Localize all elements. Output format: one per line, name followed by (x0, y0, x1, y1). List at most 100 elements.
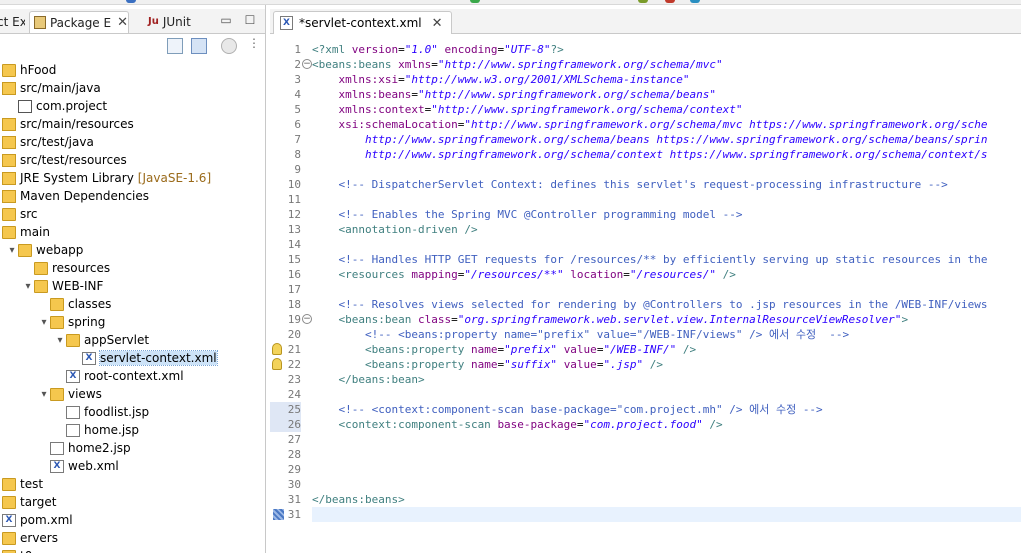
expand-arrow-icon[interactable]: ▾ (22, 281, 34, 292)
tree-item[interactable]: src (0, 205, 38, 223)
code-token: = (398, 43, 405, 56)
line-number: 2 (294, 58, 301, 71)
line-number: 1 (294, 43, 301, 56)
tree-item[interactable]: ervers (0, 529, 58, 547)
filters-icon[interactable] (221, 38, 237, 54)
tree-item[interactable]: ▾ spring (38, 313, 105, 331)
tree-item-label: test (20, 477, 44, 491)
maximize-button[interactable]: ☐ (242, 12, 258, 28)
tree-item[interactable]: home.jsp (54, 421, 139, 439)
toolbar-button-icon[interactable] (638, 0, 648, 3)
tab-package-explorer[interactable]: Package E ✕ (29, 11, 129, 33)
toolbar-button-icon[interactable] (665, 0, 675, 3)
code-token: /> (716, 268, 736, 281)
close-icon[interactable]: ✕ (117, 15, 128, 30)
expand-arrow-icon[interactable]: ▾ (6, 245, 18, 256)
editor-area: X *servlet-context.xml ✕ 1 2 3 4 5 6 7 8 9 10 11 12… (270, 5, 1021, 553)
tree-item[interactable]: com.project (6, 97, 107, 115)
code-token: xmlns:context (338, 103, 425, 116)
collapse-all-icon[interactable] (167, 38, 183, 54)
folder-icon (2, 549, 16, 553)
tree-item-label: root-context.xml (84, 369, 184, 383)
project-icon (2, 63, 16, 77)
run-icon[interactable] (470, 0, 480, 3)
tree-item[interactable]: src/main/resources (0, 115, 134, 133)
line-number: 27 (287, 433, 301, 446)
xml-file-icon: X (66, 369, 80, 383)
code-token: /> (702, 418, 723, 431)
code-token: <!-- DispatcherServlet Context: defines … (312, 178, 948, 191)
tree-item-label: foodlist.jsp (84, 405, 150, 419)
tree-item[interactable]: classes (38, 295, 111, 313)
code-token: "http://www.springframework.org/schema/m… (464, 118, 988, 131)
close-icon[interactable]: ✕ (432, 16, 443, 31)
line-number: 26 (270, 417, 301, 432)
tree-item[interactable]: ▾ WEB-INF (22, 277, 103, 295)
code-token: = (431, 58, 438, 71)
tree-item-label: webapp (36, 243, 84, 257)
tab-project-explorer[interactable]: ct Ex (0, 11, 25, 33)
tree-item[interactable]: ▾ webapp (6, 241, 83, 259)
tree-item[interactable]: t0 (0, 547, 32, 553)
tree-item[interactable]: ▾main (0, 223, 50, 241)
tree-item[interactable]: resources (22, 259, 110, 277)
expand-arrow-icon[interactable]: ▾ (38, 317, 50, 328)
line-number: 24 (287, 388, 301, 401)
code-line: <!-- <beans:property name="prefix" value… (312, 327, 849, 342)
editor-tab-servlet-context[interactable]: X *servlet-context.xml ✕ (273, 11, 452, 34)
tree-item-label: home2.jsp (68, 441, 131, 455)
tree-item[interactable]: home2.jsp (38, 439, 131, 457)
fold-toggle-icon[interactable]: − (302, 314, 312, 324)
folder-icon (50, 387, 64, 401)
expand-arrow-icon[interactable]: ▾ (54, 335, 66, 346)
tree-item-label: resources (52, 261, 111, 275)
tree-item[interactable]: Xservlet-context.xml (70, 349, 218, 367)
toolbar-button-icon[interactable] (690, 0, 700, 3)
code-token: > (901, 313, 909, 326)
source-folder-icon (2, 153, 16, 167)
toolbar-button-icon[interactable] (126, 0, 136, 3)
tree-item[interactable]: JRE System Library [JavaSE-1.6] (0, 169, 211, 187)
warning-lightbulb-icon[interactable] (272, 343, 282, 355)
tree-item[interactable]: src/test/java (0, 133, 94, 151)
code-token: http://www.springframework.org/schema/be… (312, 133, 988, 146)
file-icon (66, 405, 80, 419)
tree-item[interactable]: src/main/java (0, 79, 101, 97)
code-line: <annotation-driven /> (312, 222, 477, 237)
tree-item[interactable]: test (0, 475, 43, 493)
tab-junit[interactable]: Ju JUnit (140, 11, 200, 33)
view-menu-icon[interactable]: ⋮ (248, 36, 260, 50)
link-with-editor-icon[interactable] (191, 38, 207, 54)
xml-file-icon: X (2, 513, 16, 527)
tree-item[interactable]: target (0, 493, 57, 511)
expand-arrow-icon[interactable]: ▾ (38, 389, 50, 400)
tree-item[interactable]: ▾ views (38, 385, 101, 403)
tree-item[interactable]: Xweb.xml (38, 457, 119, 475)
minimize-button[interactable]: ▭ (218, 12, 234, 28)
code-token: /> (676, 343, 697, 356)
tree-item[interactable]: Maven Dependencies (0, 187, 149, 205)
code-token: "http://www.w3.org/2001/XMLSchema-instan… (404, 73, 690, 86)
tree-item[interactable]: Xroot-context.xml (54, 367, 184, 385)
code-line: <beans:beans xmlns="http://www.springfra… (312, 57, 723, 72)
tree-item-label: classes (68, 297, 112, 311)
warning-lightbulb-icon[interactable] (272, 358, 282, 370)
code-token: = (451, 313, 458, 326)
code-line: xsi:schemaLocation="http://www.springfra… (312, 117, 988, 132)
line-number: 7 (294, 133, 301, 146)
tree-item[interactable]: hFood (0, 61, 56, 79)
code-token: <!-- <beans:property name="prefix" value… (312, 328, 850, 341)
tree-item[interactable]: foodlist.jsp (54, 403, 149, 421)
fold-toggle-icon[interactable]: − (302, 59, 312, 69)
view-tab-bar: ct Ex Package E ✕ Ju JUnit ▭ ☐ (0, 9, 265, 34)
code-text-area[interactable]: <?xml version="1.0" encoding="UTF-8"?> <b… (312, 36, 1021, 553)
tree-item[interactable]: ▾ appServlet (54, 331, 149, 349)
tree-item[interactable]: src/test/resources (0, 151, 127, 169)
code-line: <beans:bean class="org.springframework.w… (312, 312, 908, 327)
tree-item-label: JRE System Library (20, 171, 134, 185)
tree-item[interactable]: Xpom.xml (0, 511, 73, 529)
code-token: <beans:bean (312, 313, 418, 326)
code-token: value (563, 343, 597, 356)
